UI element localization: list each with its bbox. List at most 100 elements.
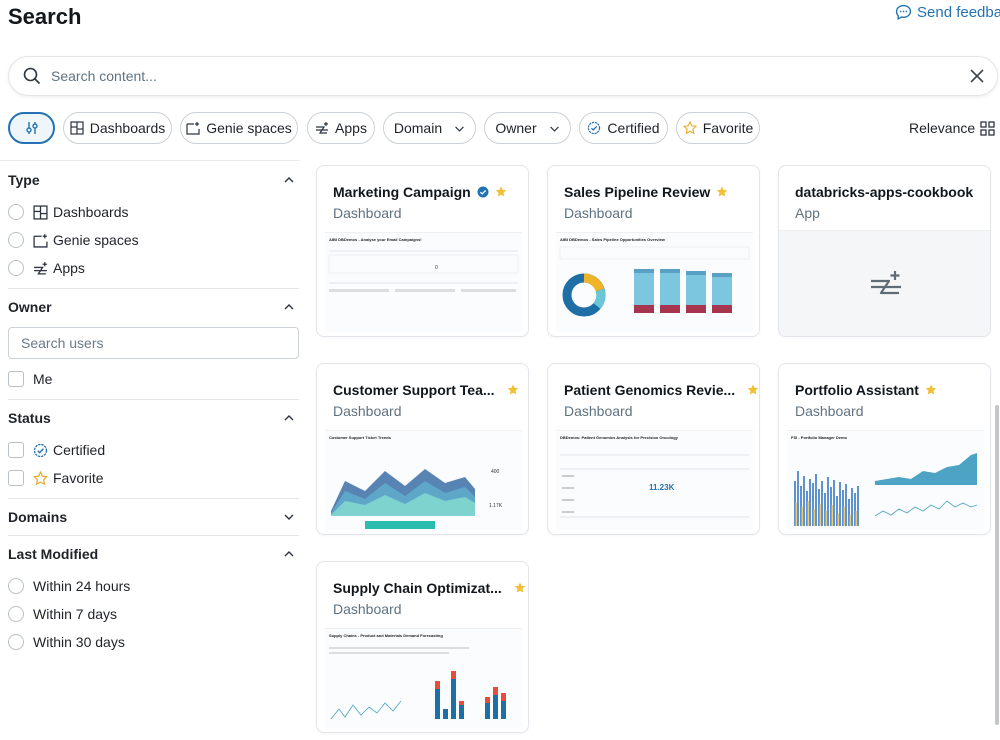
type-option-genie[interactable]: Genie spaces bbox=[8, 226, 299, 254]
chevron-up-icon bbox=[284, 177, 294, 183]
feedback-label: Send feedback bbox=[917, 4, 1000, 21]
chip-label: Owner bbox=[495, 120, 537, 136]
preview-title: AIBI DBDemos - Analyse your Email Campai… bbox=[329, 237, 422, 242]
preview-graphic bbox=[794, 453, 978, 526]
radio[interactable] bbox=[8, 260, 24, 276]
radio[interactable] bbox=[8, 204, 24, 220]
radio[interactable] bbox=[8, 578, 24, 594]
grid-view-icon[interactable] bbox=[980, 121, 995, 136]
certified-icon bbox=[477, 186, 489, 198]
scrollbar-thumb[interactable] bbox=[995, 405, 999, 725]
close-icon[interactable] bbox=[969, 68, 985, 84]
owner-option-me[interactable]: Me bbox=[8, 365, 299, 393]
preview-title: FSI - Portfolio Manager Demo bbox=[791, 435, 848, 440]
card-title: Supply Chain Optimizat... bbox=[333, 580, 526, 596]
card-type: Dashboard bbox=[564, 205, 633, 221]
modified-option-7d[interactable]: Within 7 days bbox=[8, 600, 299, 628]
card-type: App bbox=[795, 205, 820, 221]
favorite-star-icon[interactable] bbox=[716, 186, 728, 198]
star-icon bbox=[682, 121, 697, 135]
section-title: Last Modified bbox=[8, 546, 99, 562]
filter-dashboards-chip[interactable]: Dashboards bbox=[63, 112, 172, 144]
preview-graphic bbox=[329, 647, 506, 720]
checkbox[interactable] bbox=[8, 442, 24, 458]
bar-noise bbox=[794, 471, 859, 526]
modified-option-24h[interactable]: Within 24 hours bbox=[8, 572, 299, 600]
radio[interactable] bbox=[8, 606, 24, 622]
card-title: Portfolio Assistant bbox=[795, 382, 937, 398]
checkbox[interactable] bbox=[8, 470, 24, 486]
last-modified-section: Last Modified Within 24 hours Within 7 d… bbox=[8, 536, 299, 656]
status-option-certified[interactable]: Certified bbox=[8, 436, 299, 464]
genie-icon bbox=[186, 122, 200, 135]
result-card[interactable]: Marketing Campaign Dashboard AIBI DBDemo… bbox=[316, 165, 529, 337]
result-card[interactable]: Customer Support Tea... Dashboard Custom… bbox=[316, 363, 529, 535]
favorite-star-icon[interactable] bbox=[495, 186, 507, 198]
card-type: Dashboard bbox=[333, 403, 402, 419]
dashboard-icon bbox=[33, 204, 48, 220]
owner-section: Owner Me bbox=[8, 289, 299, 400]
modified-option-30d[interactable]: Within 30 days bbox=[8, 628, 299, 656]
preview-title: Customer Support Ticket Trends bbox=[329, 435, 391, 440]
status-section-header[interactable]: Status bbox=[8, 400, 299, 436]
section-title: Domains bbox=[8, 509, 68, 525]
dashboard-icon bbox=[70, 121, 84, 135]
result-card[interactable]: Sales Pipeline Review Dashboard AIBI DBD… bbox=[547, 165, 760, 337]
chevron-up-icon bbox=[284, 415, 294, 421]
favorite-star-icon[interactable] bbox=[514, 582, 526, 594]
genie-icon bbox=[33, 233, 48, 248]
card-title: Sales Pipeline Review bbox=[564, 184, 728, 200]
filter-domain-dropdown[interactable]: Domain bbox=[383, 112, 476, 144]
result-card[interactable]: Patient Genomics Revie... Dashboard DBDe… bbox=[547, 363, 760, 535]
filter-genie-chip[interactable]: Genie spaces bbox=[180, 112, 298, 144]
card-type: Dashboard bbox=[333, 601, 402, 617]
search-users-input[interactable] bbox=[8, 327, 299, 359]
type-section-header[interactable]: Type bbox=[8, 162, 299, 198]
option-label: Apps bbox=[53, 260, 85, 276]
filter-apps-chip[interactable]: Apps bbox=[307, 112, 375, 144]
section-title: Type bbox=[8, 172, 40, 188]
radio[interactable] bbox=[8, 232, 24, 248]
last-modified-section-header[interactable]: Last Modified bbox=[8, 536, 299, 572]
preview-title: DBDemos: Patient Genomics Analysis for P… bbox=[560, 435, 678, 440]
search-icon bbox=[23, 67, 41, 85]
preview-graphic: 0 bbox=[328, 250, 519, 292]
result-card[interactable]: Supply Chain Optimizat... Dashboard Supp… bbox=[316, 561, 529, 733]
chevron-up-icon bbox=[284, 304, 294, 310]
domains-section-header[interactable]: Domains bbox=[8, 499, 299, 535]
owner-section-header[interactable]: Owner bbox=[8, 289, 299, 325]
stacked-bars bbox=[634, 269, 732, 313]
option-label: Within 7 days bbox=[33, 606, 118, 622]
dashboard-preview: AIBI DBDemos - Sales Pipeline Opportunit… bbox=[556, 232, 753, 332]
sort-dropdown[interactable]: Relevance bbox=[909, 120, 975, 136]
favorite-star-icon[interactable] bbox=[925, 384, 937, 396]
type-option-apps[interactable]: Apps bbox=[8, 254, 299, 282]
favorite-star-icon[interactable] bbox=[747, 384, 759, 396]
filter-favorite-chip[interactable]: Favorite bbox=[676, 112, 760, 144]
filter-certified-chip[interactable]: Certified bbox=[579, 112, 668, 144]
result-card[interactable]: Portfolio Assistant Dashboard FSI - Port… bbox=[778, 363, 991, 535]
chip-label: Certified bbox=[607, 120, 660, 136]
radio[interactable] bbox=[8, 634, 24, 650]
card-type: Dashboard bbox=[564, 403, 633, 419]
filter-owner-dropdown[interactable]: Owner bbox=[484, 112, 571, 144]
result-card[interactable]: databricks-apps-cookbook App bbox=[778, 165, 991, 337]
favorite-star-icon[interactable] bbox=[507, 384, 519, 396]
card-title: Patient Genomics Revie... bbox=[564, 382, 759, 398]
send-feedback-link[interactable]: Send feedback bbox=[895, 4, 1000, 21]
checkbox[interactable] bbox=[8, 371, 24, 387]
app-preview bbox=[779, 230, 990, 336]
chip-label: Genie spaces bbox=[206, 120, 292, 136]
option-label: Certified bbox=[53, 442, 106, 458]
search-input[interactable] bbox=[51, 68, 951, 84]
dashboard-preview: Supply Chains - Product and Materials De… bbox=[325, 628, 522, 728]
card-title-text: Patient Genomics Revie... bbox=[564, 382, 736, 398]
option-label: Genie spaces bbox=[53, 232, 139, 248]
option-label: Dashboards bbox=[53, 204, 129, 220]
filter-toggle-button[interactable] bbox=[8, 112, 55, 144]
certified-icon bbox=[33, 443, 48, 457]
chat-bubble-icon bbox=[895, 4, 912, 21]
preview-graphic bbox=[560, 454, 749, 518]
status-option-favorite[interactable]: Favorite bbox=[8, 464, 299, 492]
type-option-dashboards[interactable]: Dashboards bbox=[8, 198, 299, 226]
